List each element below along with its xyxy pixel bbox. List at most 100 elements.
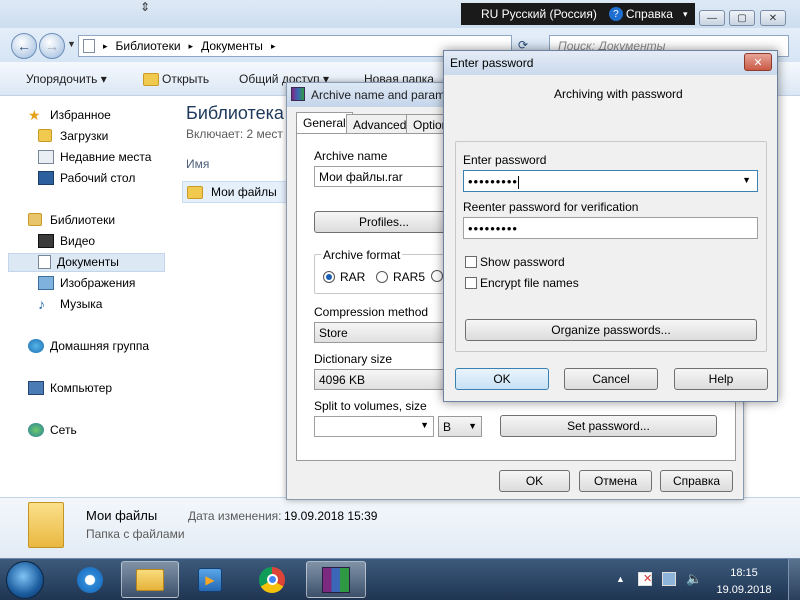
taskbar-chrome[interactable] <box>244 561 300 598</box>
help-icon[interactable]: ? <box>608 7 623 21</box>
compression-select[interactable]: Store <box>314 322 454 343</box>
reenter-password-label: Reenter password for verification <box>463 200 639 214</box>
split-label: Split to volumes, size <box>314 399 427 413</box>
library-subtitle: Включает: 2 мест <box>186 127 283 141</box>
computer-icon <box>28 381 44 395</box>
checkbox-unchecked <box>465 277 477 289</box>
checkbox-unchecked <box>465 256 477 268</box>
action-center-flag-icon[interactable]: ✕ <box>638 572 652 586</box>
history-dropdown-icon[interactable]: ▼ <box>67 39 76 49</box>
archive-dialog-title: Archive name and param <box>311 88 446 102</box>
split-size-combo[interactable]: ▼ <box>314 416 434 437</box>
archive-name-field[interactable]: Мои файлы.rar <box>314 166 454 187</box>
nav-documents[interactable]: Документы <box>38 255 119 269</box>
split-unit-select[interactable]: B ▼ <box>438 416 482 437</box>
tab-advanced[interactable]: Advanced <box>346 114 414 134</box>
breadcrumb-separator: ▸ <box>103 40 108 51</box>
taskbar-winrar[interactable] <box>306 561 366 598</box>
taskbar-media-player[interactable]: ▶ <box>182 561 238 598</box>
radio-unselected <box>376 271 388 283</box>
show-password-checkbox[interactable]: Show password <box>465 255 565 269</box>
open-folder-icon <box>143 73 159 86</box>
homegroup-icon <box>28 339 44 353</box>
nav-music[interactable]: ♪ Музыка <box>38 297 102 311</box>
volume-icon[interactable]: 🔈 <box>686 571 702 587</box>
cursor-icon: ⇕ <box>140 0 151 14</box>
media-player-icon: ▶ <box>198 567 222 592</box>
archive-help-button[interactable]: Справка <box>660 470 733 492</box>
file-row[interactable]: Мои файлы <box>182 181 292 203</box>
music-icon: ♪ <box>38 296 45 312</box>
password-dialog-title: Enter password <box>450 56 534 70</box>
library-title: Библиотека <box>186 103 284 123</box>
taskbar-explorer[interactable] <box>121 561 179 598</box>
password-help-button[interactable]: Help <box>674 368 768 390</box>
nav-homegroup[interactable]: Домашняя группа <box>28 339 149 353</box>
language-indicator[interactable]: RU Русский (Россия) <box>481 7 597 21</box>
nav-video[interactable]: Видео <box>38 234 95 248</box>
radio-selected <box>323 271 335 283</box>
nav-libraries[interactable]: Библиотеки <box>28 213 115 227</box>
downloads-folder-icon <box>38 129 54 143</box>
format-zip-radio[interactable] <box>431 270 443 285</box>
chrome-icon <box>259 566 285 593</box>
large-folder-icon <box>28 502 64 548</box>
password-cancel-button[interactable]: Cancel <box>564 368 658 390</box>
breadcrumb-documents[interactable]: Документы <box>201 39 263 53</box>
archive-format-label: Archive format <box>321 248 403 262</box>
back-button[interactable]: ← <box>11 33 37 59</box>
taskbar-clock[interactable]: 18:15 19.09.2018 <box>714 565 774 599</box>
format-rar-radio[interactable]: RAR <box>323 270 365 284</box>
nav-images[interactable]: Изображения <box>38 276 135 290</box>
close-icon[interactable]: ✕ <box>744 53 772 71</box>
nav-network[interactable]: Сеть <box>28 423 77 437</box>
folder-icon <box>187 185 203 199</box>
nav-downloads[interactable]: Загрузки <box>38 129 108 143</box>
organize-button[interactable]: Упорядочить ▾ <box>26 72 107 86</box>
video-icon <box>38 234 54 248</box>
column-header-name[interactable]: Имя <box>186 157 209 171</box>
close-window-button[interactable]: ✕ <box>760 10 786 26</box>
langbar-options-icon[interactable]: ▾ <box>683 9 688 20</box>
langbar-help[interactable]: Справка <box>626 7 673 21</box>
archive-ok-button[interactable]: OK <box>499 470 570 492</box>
encrypt-names-checkbox[interactable]: Encrypt file names <box>465 276 579 290</box>
start-button[interactable] <box>6 561 44 599</box>
set-password-button[interactable]: Set password... <box>500 415 717 437</box>
open-button[interactable]: Открыть <box>162 72 209 86</box>
dictionary-select[interactable]: 4096 KB <box>314 369 454 390</box>
tray-expand-icon[interactable]: ▲ <box>616 574 625 584</box>
archive-cancel-button[interactable]: Отмена <box>579 470 652 492</box>
dictionary-label: Dictionary size <box>314 352 393 366</box>
winrar-taskbar-icon <box>322 566 350 593</box>
nav-desktop[interactable]: Рабочий стол <box>38 171 135 185</box>
network-tray-icon[interactable] <box>662 572 676 586</box>
nav-computer[interactable]: Компьютер <box>28 381 112 395</box>
organize-passwords-button[interactable]: Organize passwords... <box>465 319 757 341</box>
breadcrumb-libraries[interactable]: Библиотеки <box>116 39 181 53</box>
minimize-button[interactable]: — <box>699 10 725 26</box>
password-ok-button[interactable]: OK <box>455 368 549 390</box>
tab-general[interactable]: General <box>296 112 353 134</box>
reenter-password-field[interactable]: ••••••••• <box>463 217 758 239</box>
taskbar-ie[interactable] <box>62 561 118 598</box>
folder-small-icon <box>83 39 95 53</box>
profiles-button[interactable]: Profiles... <box>314 211 454 233</box>
clock-date: 19.09.2018 <box>716 584 772 596</box>
show-desktop-button[interactable] <box>788 559 800 600</box>
details-modified-value: 19.09.2018 15:39 <box>284 509 378 523</box>
star-icon: ★ <box>28 107 41 123</box>
maximize-button[interactable]: ▢ <box>729 10 755 26</box>
desktop-icon <box>38 171 54 185</box>
forward-button[interactable]: → <box>39 33 65 59</box>
breadcrumb-separator: ▸ <box>270 40 276 51</box>
enter-password-field[interactable]: ••••••••• ▼ <box>463 170 758 192</box>
details-name: Мои файлы <box>86 508 158 523</box>
password-history-dropdown-icon[interactable]: ▼ <box>742 175 752 185</box>
nav-favorites[interactable]: ★ Избранное <box>28 108 111 122</box>
nav-recent[interactable]: Недавние места <box>38 150 151 164</box>
format-rar5-radio[interactable]: RAR5 <box>376 270 425 284</box>
libraries-icon <box>28 213 44 227</box>
breadcrumb-separator: ▸ <box>188 40 194 51</box>
clock-time: 18:15 <box>730 567 758 579</box>
